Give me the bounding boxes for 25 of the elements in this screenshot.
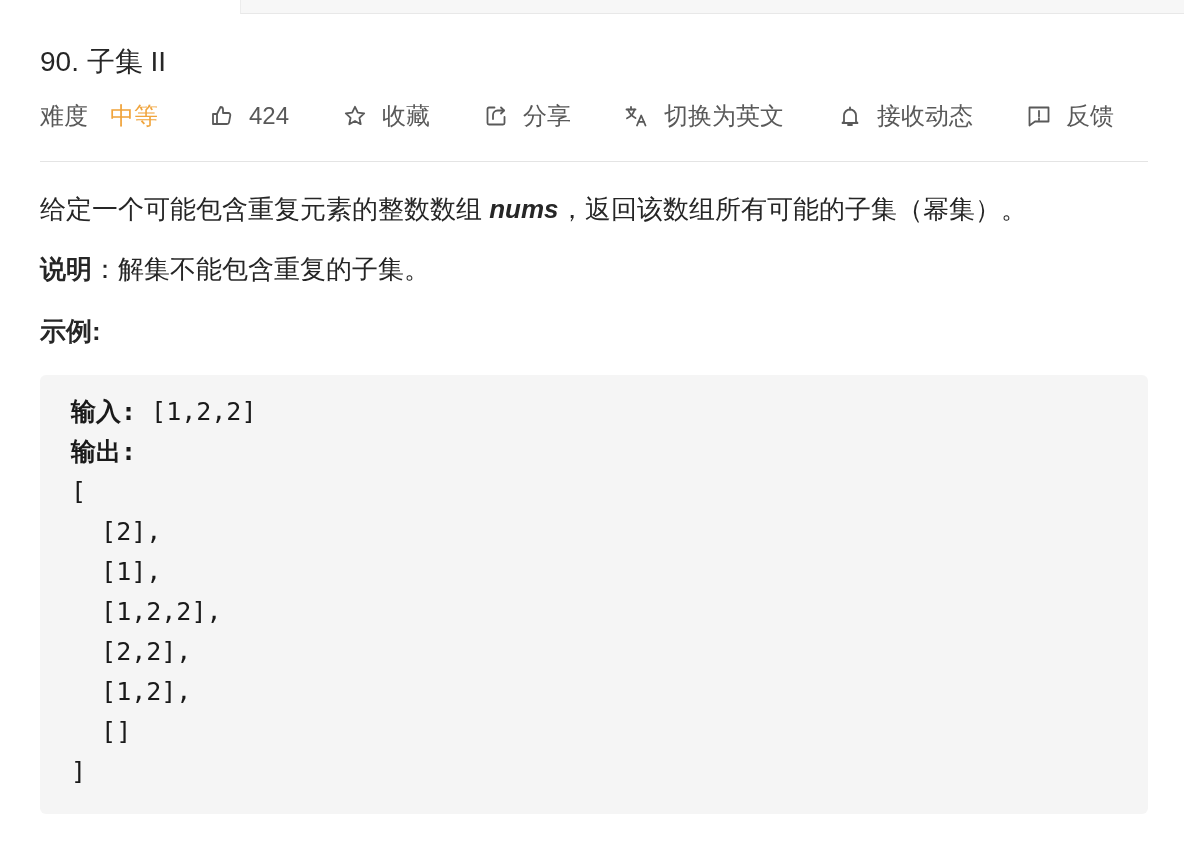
star-icon [343, 104, 368, 128]
subscribe-button[interactable]: 接收动态 [838, 100, 974, 132]
feedback-button[interactable]: 反馈 [1027, 100, 1115, 132]
translate-button[interactable]: 切换为英文 [625, 100, 785, 132]
code-line: [1,2], [101, 676, 192, 708]
share-button[interactable]: 分享 [484, 100, 572, 132]
speech-bubble-icon [1027, 104, 1052, 128]
example-heading: 示例: [40, 315, 102, 348]
code-line: [] [101, 716, 132, 748]
code-line: [2,2], [101, 636, 192, 668]
difficulty-label: 难度 [40, 101, 88, 131]
code-line: [2], [101, 516, 162, 548]
code-line: [ [71, 476, 87, 508]
like-button[interactable]: 424 [210, 100, 290, 132]
note-text: 说明：解集不能包含重复的子集。 [40, 253, 431, 286]
problem-title: 90. 子集 II [40, 45, 167, 79]
problem-description: 给定一个可能包含重复元素的整数数组 nums，返回该数组所有可能的子集（幂集）。 [40, 193, 1028, 226]
favorite-button[interactable]: 收藏 [343, 100, 431, 132]
code-line: ] [71, 756, 87, 788]
code-line: 输入: [1,2,2] [71, 396, 257, 428]
difficulty-value: 中等 [110, 101, 158, 131]
code-line: 输出: [71, 436, 137, 468]
code-line: [1], [101, 556, 162, 588]
thumbs-up-icon [210, 104, 234, 128]
code-line: [1,2,2], [101, 596, 222, 628]
